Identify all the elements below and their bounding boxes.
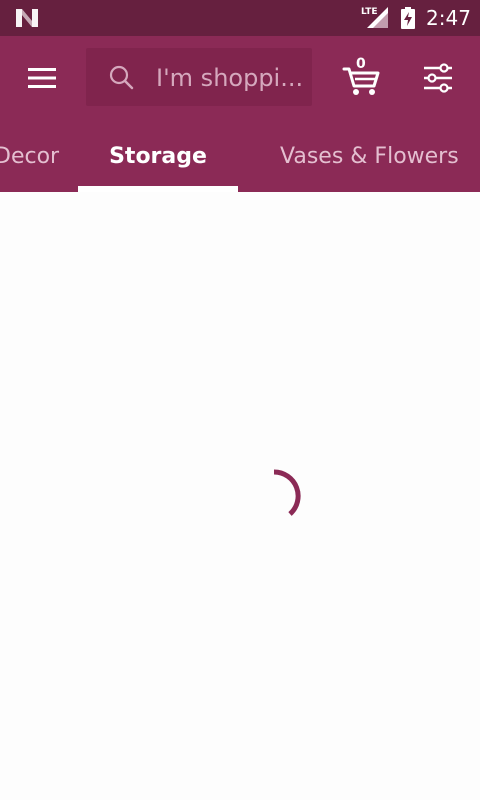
- n-logo-icon: [16, 9, 38, 27]
- search-input[interactable]: I'm shoppi...: [86, 48, 312, 106]
- lte-signal-icon: LTE: [361, 7, 388, 28]
- status-bar: LTE 2:47: [0, 0, 480, 36]
- search-icon: [109, 65, 134, 90]
- tab-vases-flowers[interactable]: Vases & Flowers: [280, 136, 459, 192]
- cart-count-badge: 0: [356, 56, 366, 72]
- filter-icon[interactable]: [418, 58, 458, 98]
- app-bar: I'm shoppi... 0 Decor Storage Vases & Fl…: [0, 36, 480, 192]
- search-placeholder: I'm shoppi...: [156, 64, 304, 92]
- loading-spinner-icon: [273, 469, 301, 516]
- tab-decor[interactable]: Decor: [0, 136, 59, 192]
- lte-label: LTE: [361, 7, 378, 17]
- battery-charging-icon: [401, 7, 415, 29]
- content-area: [0, 192, 480, 800]
- status-clock: 2:47: [426, 6, 471, 30]
- menu-icon[interactable]: [18, 60, 66, 96]
- tab-storage[interactable]: Storage: [78, 136, 238, 192]
